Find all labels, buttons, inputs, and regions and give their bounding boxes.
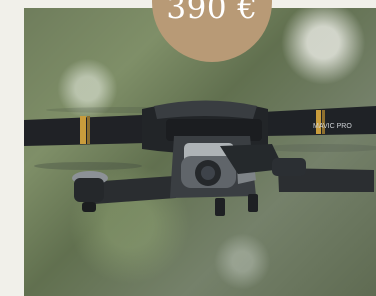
product-card: MAVIC PRO 390 € — [0, 0, 376, 296]
price-text: 390 € — [166, 0, 258, 26]
drone-model-label: MAVIC PRO — [313, 123, 352, 130]
